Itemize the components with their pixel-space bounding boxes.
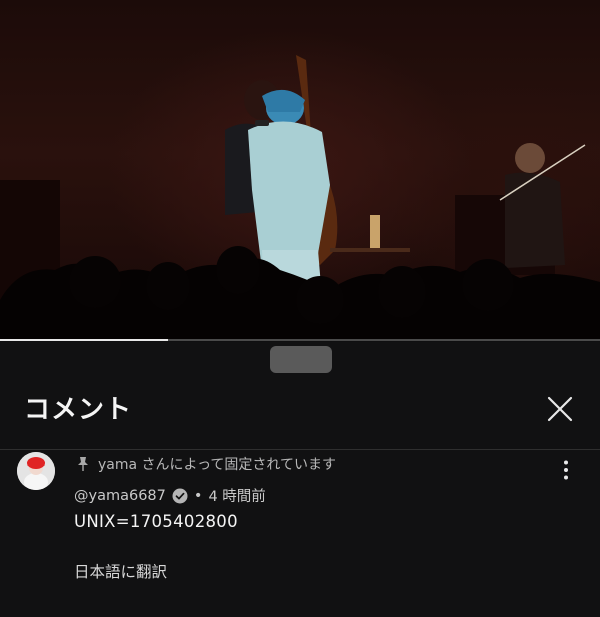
video-player[interactable] [0, 0, 600, 341]
avatar[interactable] [17, 452, 55, 490]
more-options-icon[interactable] [558, 458, 574, 482]
comment-text: UNIX=1705402800 [74, 512, 238, 531]
comment-time: 4 時間前 [208, 489, 266, 505]
comments-sheet: コメント yama さんによって固定されています @yama6687 • 4 時… [0, 342, 600, 617]
pinned-indicator: yama さんによって固定されています [76, 454, 336, 474]
pinned-label: yama さんによって固定されています [98, 457, 336, 473]
sheet-drag-handle[interactable] [270, 346, 332, 373]
concert-video-frame [0, 55, 600, 341]
meta-separator: • [193, 487, 203, 504]
pin-icon [78, 457, 88, 471]
comment-author[interactable]: @yama6687 [74, 488, 166, 504]
video-progress-fill [0, 339, 168, 341]
verified-icon [172, 488, 188, 503]
comment-meta: @yama6687 • 4 時間前 [74, 485, 266, 506]
avatar-image [17, 452, 55, 490]
video-progress-bar[interactable] [0, 339, 600, 341]
sheet-divider [0, 449, 600, 450]
sheet-title: コメント [24, 395, 133, 425]
translate-button[interactable]: 日本語に翻訳 [74, 560, 167, 582]
close-icon[interactable] [544, 393, 576, 425]
